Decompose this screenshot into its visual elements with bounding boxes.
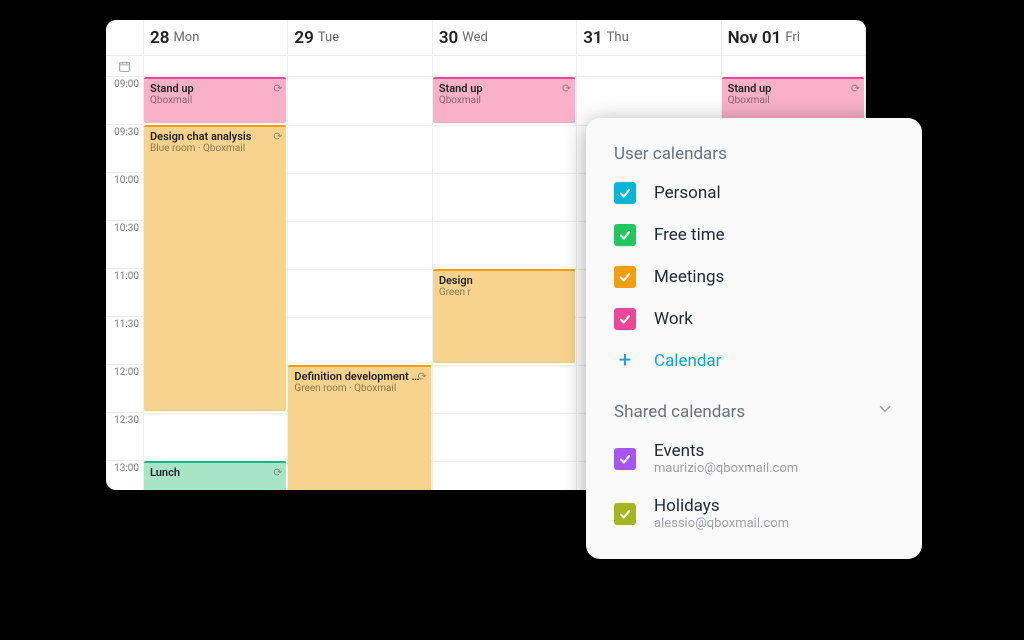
- calendar-owner: maurizio@qboxmail.com: [654, 461, 798, 476]
- day-of-week: Wed: [462, 30, 488, 45]
- event-lunch[interactable]: Lunch ⟳: [144, 461, 286, 490]
- recurring-icon: ⟳: [273, 466, 282, 479]
- heading-text: Shared calendars: [614, 402, 745, 422]
- event-title: Design: [439, 274, 569, 287]
- time-label: 09:30: [106, 125, 143, 173]
- event-location: Blue room · Qboxmail: [150, 143, 280, 154]
- day-number: 31: [583, 28, 602, 48]
- calendar-item-work[interactable]: Work: [614, 308, 894, 330]
- day-of-week: Fri: [785, 30, 800, 45]
- time-label: 12:00: [106, 365, 143, 413]
- allday-cell[interactable]: [433, 56, 577, 76]
- event-location: Qboxmail: [728, 95, 858, 106]
- day-column-tue[interactable]: Definition development p… Green room · Q…: [288, 77, 432, 490]
- calendar-name: Free time: [654, 225, 725, 245]
- event-location: Green room · Qboxmail: [294, 383, 424, 394]
- calendar-item-events[interactable]: Events maurizio@qboxmail.com: [614, 441, 894, 476]
- chevron-down-icon: [876, 400, 894, 423]
- day-header-thu[interactable]: 31 Thu: [577, 20, 721, 55]
- time-label: 11:00: [106, 269, 143, 317]
- day-number: 30: [439, 28, 458, 48]
- weekday-header: 28 Mon 29 Tue 30 Wed 31 Thu Nov 01 Fri: [106, 20, 866, 56]
- day-header-tue[interactable]: 29 Tue: [288, 20, 432, 55]
- calendar-name: Personal: [654, 183, 721, 203]
- calendar-item-free-time[interactable]: Free time: [614, 224, 894, 246]
- calendars-panel: User calendars Personal Free time Meetin…: [586, 118, 922, 559]
- allday-cell[interactable]: [288, 56, 432, 76]
- event-title: Stand up: [150, 82, 280, 95]
- day-column-wed[interactable]: Stand up Qboxmail ⟳ Design Green r: [433, 77, 577, 490]
- time-label: 10:00: [106, 173, 143, 221]
- day-of-week: Tue: [318, 30, 339, 45]
- calendar-name: Work: [654, 309, 693, 329]
- calendar-name: Holidays: [654, 496, 789, 516]
- event-standup[interactable]: Stand up Qboxmail ⟳: [433, 77, 575, 123]
- calendar-checkbox[interactable]: [614, 503, 636, 525]
- recurring-icon: ⟳: [273, 130, 282, 143]
- event-title: Lunch: [150, 466, 280, 479]
- time-label: 11:30: [106, 317, 143, 365]
- calendar-checkbox[interactable]: [614, 448, 636, 470]
- event-location: Qboxmail: [439, 95, 569, 106]
- time-label: 13:00: [106, 461, 143, 490]
- allday-icon: [106, 56, 144, 76]
- day-number: Nov 01: [728, 28, 782, 48]
- calendar-item-meetings[interactable]: Meetings: [614, 266, 894, 288]
- calendar-checkbox[interactable]: [614, 266, 636, 288]
- event-design[interactable]: Design Green r: [433, 269, 575, 363]
- event-location: Green r: [439, 287, 569, 298]
- day-column-mon[interactable]: Stand up Qboxmail ⟳ Design chat analysis…: [144, 77, 288, 490]
- event-location: Qboxmail: [150, 95, 280, 106]
- day-number: 28: [150, 28, 169, 48]
- recurring-icon: ⟳: [273, 82, 282, 95]
- allday-cell[interactable]: [144, 56, 288, 76]
- allday-cell[interactable]: [722, 56, 866, 76]
- calendar-checkbox[interactable]: [614, 182, 636, 204]
- event-standup[interactable]: Stand up Qboxmail ⟳: [144, 77, 286, 123]
- time-label: 09:00: [106, 77, 143, 125]
- day-number: 29: [294, 28, 313, 48]
- time-label: 10:30: [106, 221, 143, 269]
- event-standup[interactable]: Stand up Qboxmail ⟳: [722, 77, 864, 123]
- recurring-icon: ⟳: [418, 370, 427, 383]
- calendar-name: Events: [654, 441, 798, 461]
- add-calendar-button[interactable]: + Calendar: [614, 350, 894, 372]
- calendar-checkbox[interactable]: [614, 308, 636, 330]
- calendar-owner: alessio@qboxmail.com: [654, 516, 789, 531]
- day-header-mon[interactable]: 28 Mon: [144, 20, 288, 55]
- recurring-icon: ⟳: [562, 82, 571, 95]
- recurring-icon: ⟳: [851, 82, 860, 95]
- calendar-checkbox[interactable]: [614, 224, 636, 246]
- shared-calendars-heading[interactable]: Shared calendars: [614, 400, 894, 423]
- day-header-wed[interactable]: 30 Wed: [433, 20, 577, 55]
- allday-cell[interactable]: [577, 56, 721, 76]
- time-gutter: 09:00 09:30 10:00 10:30 11:00 11:30 12:0…: [106, 77, 144, 490]
- calendar-name: Meetings: [654, 267, 724, 287]
- time-label: 12:30: [106, 413, 143, 461]
- heading-text: User calendars: [614, 144, 727, 164]
- day-of-week: Thu: [607, 30, 629, 45]
- plus-icon: +: [614, 350, 636, 372]
- day-of-week: Mon: [173, 30, 199, 45]
- event-definition-dev[interactable]: Definition development p… Green room · Q…: [288, 365, 430, 490]
- user-calendars-heading: User calendars: [614, 144, 894, 164]
- event-title: Design chat analysis: [150, 130, 280, 143]
- calendar-item-personal[interactable]: Personal: [614, 182, 894, 204]
- day-header-fri[interactable]: Nov 01 Fri: [722, 20, 866, 55]
- add-calendar-label: Calendar: [654, 351, 721, 371]
- allday-row: [106, 56, 866, 77]
- calendar-item-holidays[interactable]: Holidays alessio@qboxmail.com: [614, 496, 894, 531]
- event-title: Definition development p…: [294, 370, 424, 383]
- header-gutter: [106, 20, 144, 55]
- event-design-chat[interactable]: Design chat analysis Blue room · Qboxmai…: [144, 125, 286, 411]
- event-title: Stand up: [728, 82, 858, 95]
- event-title: Stand up: [439, 82, 569, 95]
